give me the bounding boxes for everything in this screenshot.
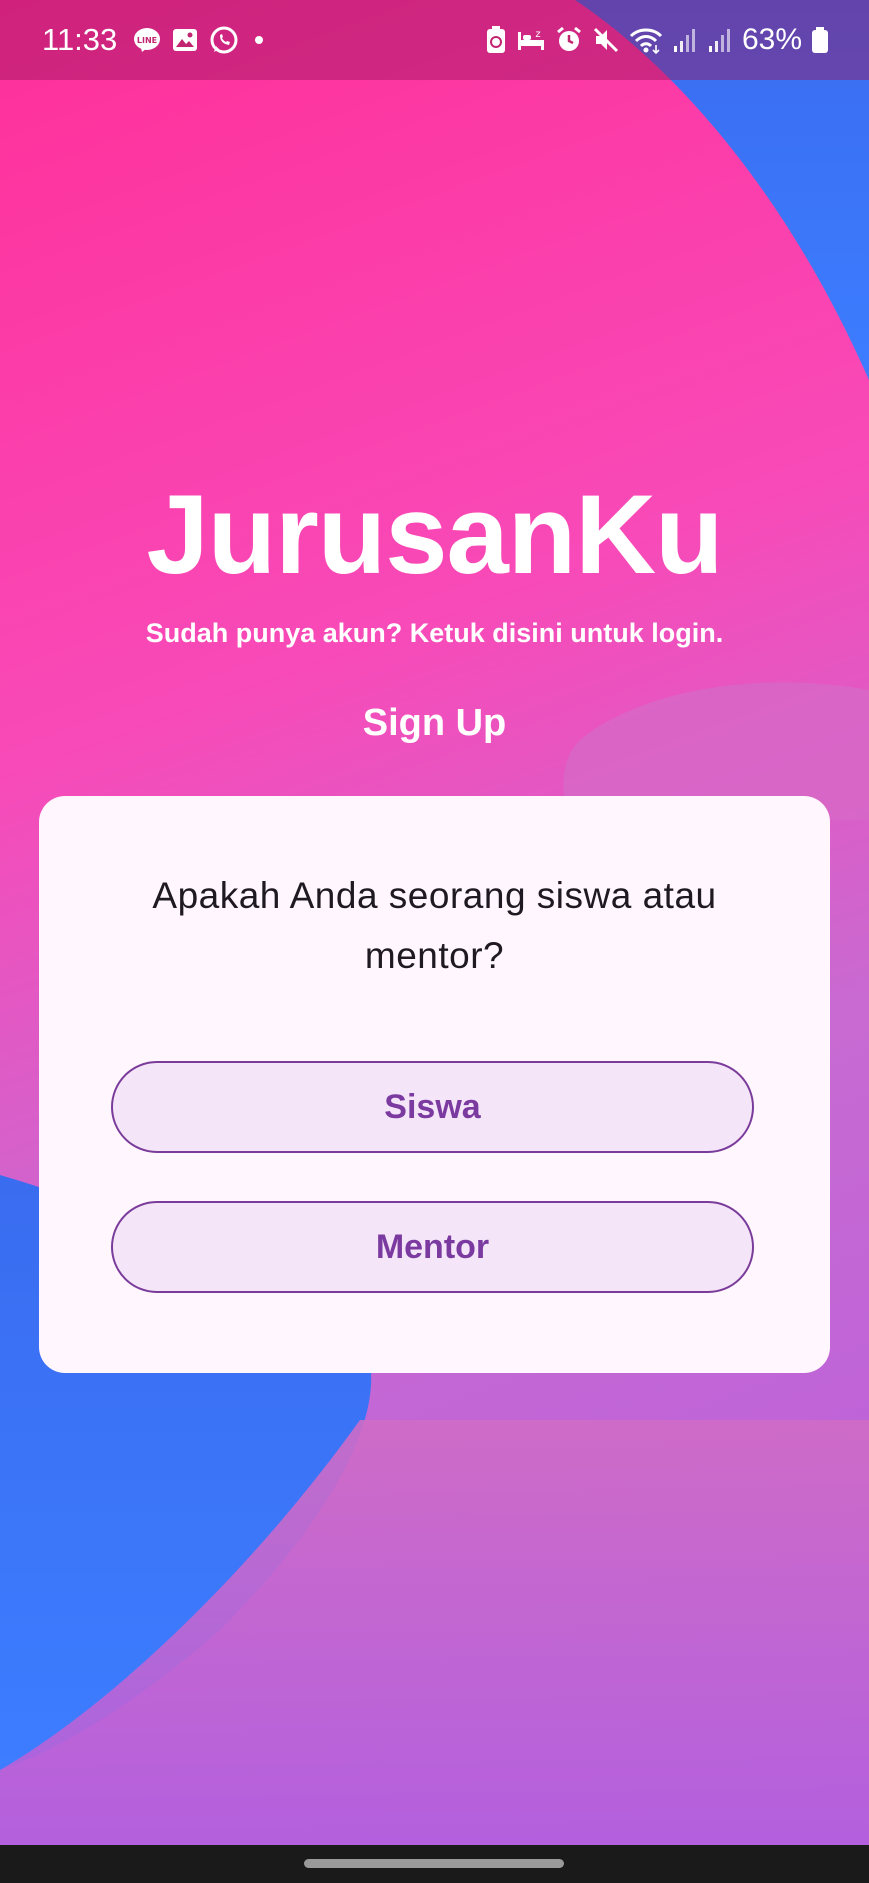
siswa-button[interactable]: Siswa: [111, 1061, 754, 1153]
mute-icon: [592, 26, 620, 54]
sleep-icon: z: [516, 26, 546, 54]
battery-saver-icon: [485, 25, 507, 55]
status-time: 11:33: [42, 22, 118, 57]
battery-icon: [811, 25, 829, 55]
line-icon: LINE: [133, 26, 161, 54]
mentor-button[interactable]: Mentor: [111, 1201, 754, 1293]
whatsapp-icon: [209, 25, 239, 55]
status-bar-left: 11:33 LINE: [42, 0, 269, 80]
svg-text:z: z: [535, 29, 540, 40]
alarm-icon: [555, 26, 583, 54]
home-gesture-handle[interactable]: [304, 1859, 564, 1868]
signal-icon: [672, 26, 698, 54]
app-title: JurusanKu: [146, 472, 724, 597]
navigation-bar: [0, 1845, 869, 1883]
role-selection-card: Apakah Anda seorang siswa atau mentor? S…: [39, 796, 830, 1373]
gallery-icon: [171, 26, 199, 54]
signup-heading: Sign Up: [362, 702, 507, 744]
login-link[interactable]: Sudah punya akun? Ketuk disini untuk log…: [0, 618, 869, 649]
dot-icon: [249, 30, 269, 50]
role-question: Apakah Anda seorang siswa atau mentor?: [152, 875, 717, 976]
status-bar-right: z 63%: [485, 0, 829, 80]
battery-percentage: 63%: [741, 23, 802, 56]
wifi-icon: [629, 26, 663, 54]
status-bar: 11:33 LINE z 63%: [0, 0, 869, 80]
signup-screen: 11:33 LINE z 63% JurusanKu Sudah punya a…: [0, 0, 869, 1883]
svg-text:LINE: LINE: [137, 36, 157, 45]
signal-icon: [707, 26, 733, 54]
